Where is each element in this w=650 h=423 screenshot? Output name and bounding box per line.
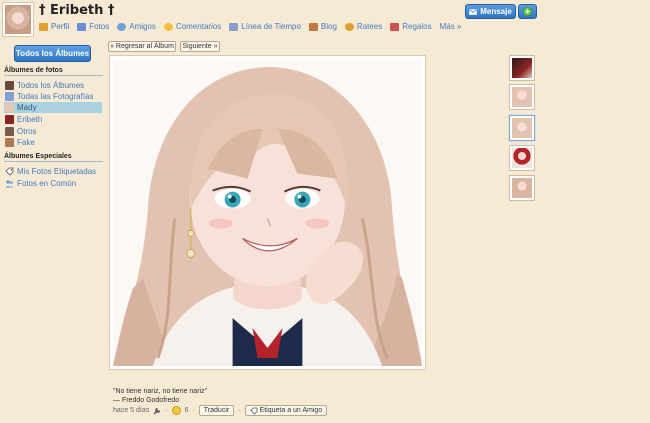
translate-button[interactable]: Traducir bbox=[198, 405, 235, 416]
nav-label: Ratees bbox=[356, 22, 383, 31]
gifts-icon bbox=[390, 22, 400, 31]
photo-thumbnail[interactable] bbox=[509, 145, 535, 171]
sidebar-item-tagged-photos[interactable]: Mis Fotos Etiquetadas bbox=[4, 166, 102, 177]
wrench-icon[interactable] bbox=[153, 407, 161, 415]
thumbnail-image bbox=[512, 87, 532, 107]
tag-icon bbox=[5, 167, 14, 176]
like-count: 6 bbox=[184, 407, 189, 414]
translate-label: Traducir bbox=[203, 407, 230, 414]
avatar-image bbox=[5, 5, 31, 34]
smile-icon[interactable] bbox=[171, 406, 181, 415]
photo-thumbnail[interactable] bbox=[509, 55, 535, 81]
thumbnail-image bbox=[512, 118, 532, 138]
profile-avatar[interactable] bbox=[2, 2, 34, 37]
sidebar-item-otros[interactable]: Otros bbox=[4, 126, 102, 137]
nav-label: Más » bbox=[439, 22, 462, 31]
nav-label: Línea de Tiempo bbox=[241, 22, 301, 31]
sidebar-item-eribeth[interactable]: Eribeth bbox=[4, 114, 102, 125]
back-to-album-button[interactable]: « Regresar al Álbum bbox=[108, 41, 176, 52]
nav-label: Blog bbox=[320, 22, 337, 31]
nav-label: Comentarios bbox=[175, 22, 222, 31]
thumbnail-image bbox=[512, 178, 532, 198]
caption-author: — Freddo Godofredo bbox=[113, 397, 180, 404]
album-thumb-icon bbox=[5, 138, 14, 147]
sidebar-item-fake[interactable]: Fake bbox=[4, 137, 102, 148]
message-button[interactable]: Mensaje bbox=[465, 4, 516, 19]
timeline-icon bbox=[229, 22, 239, 31]
album-thumb-icon bbox=[5, 103, 14, 112]
sidebar-item-all-albums[interactable]: Todos los Álbumes bbox=[4, 80, 102, 91]
tag-icon bbox=[249, 407, 257, 415]
friends-icon bbox=[117, 22, 127, 31]
main-photo-frame bbox=[109, 55, 426, 370]
photo-thumbnail[interactable] bbox=[509, 175, 535, 201]
album-thumb-icon bbox=[5, 127, 14, 136]
albums-icon bbox=[5, 81, 14, 90]
sidebar-item-label: Todos los Álbumes bbox=[17, 81, 85, 90]
photo-meta: hace 5 días · 6 · Traducir · Etiqueta a … bbox=[113, 405, 328, 416]
nav-timeline[interactable]: Línea de Tiempo bbox=[229, 22, 301, 31]
profile-icon bbox=[39, 22, 48, 31]
sidebar-item-label: Eribeth bbox=[17, 115, 43, 124]
special-albums-heading: Álbumes Especiales bbox=[4, 153, 103, 162]
all-albums-button[interactable]: Todos los Álbumes bbox=[14, 45, 91, 62]
photos-icon bbox=[77, 22, 87, 31]
sidebar-item-label: Todas las Fotografías bbox=[17, 92, 94, 101]
nav-more[interactable]: Más » bbox=[440, 22, 462, 31]
main-photo[interactable] bbox=[113, 59, 422, 366]
caption-quote: "No tiene nariz, no tiene nariz" bbox=[113, 388, 208, 395]
envelope-icon bbox=[469, 8, 478, 15]
comments-icon bbox=[163, 22, 173, 31]
thumbnail-image bbox=[512, 148, 532, 168]
photo-caption: "No tiene nariz, no tiene nariz" — Fredd… bbox=[113, 387, 207, 405]
thumbnail-image bbox=[512, 58, 532, 78]
people-icon bbox=[5, 180, 14, 188]
sidebar-item-label: Otros bbox=[17, 127, 37, 136]
photo-thumbnail-selected[interactable] bbox=[509, 115, 535, 141]
sidebar-item-all-photos[interactable]: Todas las Fotografías bbox=[4, 91, 102, 102]
tag-friend-label: Etiqueta a un Amigo bbox=[259, 407, 323, 414]
sidebar-item-label: Mis Fotos Etiquetadas bbox=[17, 167, 97, 176]
sidebar-item-label: Mady bbox=[17, 103, 37, 112]
ratees-icon bbox=[344, 22, 354, 31]
blog-icon bbox=[308, 22, 318, 31]
tag-friend-button[interactable]: Etiqueta a un Amigo bbox=[244, 405, 328, 416]
photo-thumbnail[interactable] bbox=[509, 84, 535, 110]
message-label: Mensaje bbox=[480, 7, 512, 16]
nav-blog[interactable]: Blog bbox=[308, 22, 337, 31]
nav-label: Amigos bbox=[129, 22, 156, 31]
sidebar-item-mady[interactable]: Mady bbox=[4, 102, 102, 113]
nav-label: Fotos bbox=[89, 22, 110, 31]
profile-nav: Perfil Fotos Amigos Comentarios Línea de… bbox=[39, 22, 461, 31]
nav-label: Perfil bbox=[51, 22, 70, 31]
nav-label: Regalos bbox=[402, 22, 432, 31]
add-friend-button[interactable]: + bbox=[518, 4, 537, 19]
sidebar-item-label: Fake bbox=[17, 138, 35, 147]
sidebar-item-common-photos[interactable]: Fotos en Común bbox=[4, 178, 102, 189]
nav-amigos[interactable]: Amigos bbox=[117, 22, 156, 31]
photos-icon bbox=[5, 92, 14, 101]
nav-comentarios[interactable]: Comentarios bbox=[163, 22, 222, 31]
profile-name: † Eribeth † bbox=[39, 3, 115, 18]
plus-icon: + bbox=[523, 7, 532, 16]
sidebar-item-label: Fotos en Común bbox=[17, 179, 77, 188]
nav-perfil[interactable]: Perfil bbox=[39, 22, 69, 31]
next-photo-button[interactable]: Siguiente » bbox=[180, 41, 220, 52]
nav-regalos[interactable]: Regalos bbox=[390, 22, 432, 31]
nav-fotos[interactable]: Fotos bbox=[77, 22, 109, 31]
photo-timestamp: hace 5 días bbox=[113, 407, 150, 414]
photo-albums-heading: Álbumes de fotos bbox=[4, 67, 103, 76]
nav-ratees[interactable]: Ratees bbox=[344, 22, 383, 31]
album-thumb-icon bbox=[5, 115, 14, 124]
